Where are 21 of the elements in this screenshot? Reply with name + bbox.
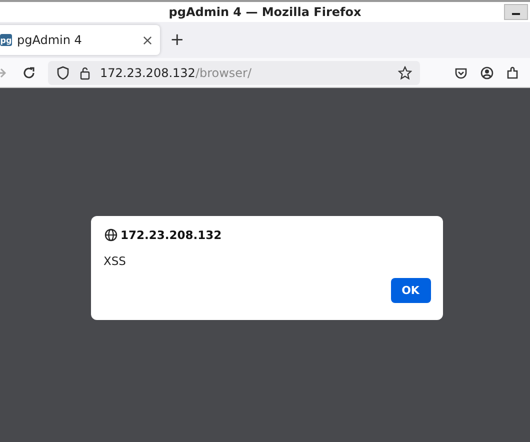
reload-icon[interactable] (22, 66, 36, 80)
globe-icon (104, 228, 118, 242)
close-icon[interactable] (143, 36, 152, 44)
tab-label: pgAdmin 4 (17, 33, 83, 47)
star-icon[interactable] (398, 66, 412, 80)
shield-icon[interactable] (56, 66, 70, 80)
ok-button[interactable]: OK (390, 278, 430, 303)
minimize-button[interactable] (504, 4, 528, 20)
favicon: pg (0, 34, 12, 46)
minimize-icon (512, 13, 520, 15)
new-tab-button[interactable]: + (166, 30, 188, 50)
lock-icon[interactable] (78, 66, 92, 80)
pocket-icon[interactable] (454, 66, 468, 80)
dialog-message: XSS (104, 254, 127, 268)
window-title: pgAdmin 4 — Mozilla Firefox (168, 5, 362, 19)
extensions-icon[interactable] (506, 66, 520, 80)
account-icon[interactable] (480, 66, 494, 80)
url-text: 172.23.208.132/browser/ (100, 66, 253, 80)
browser-tab[interactable]: pg pgAdmin 4 (0, 25, 160, 55)
address-bar[interactable]: 172.23.208.132/browser/ (48, 60, 420, 84)
dialog-origin: 172.23.208.132 (120, 228, 222, 242)
